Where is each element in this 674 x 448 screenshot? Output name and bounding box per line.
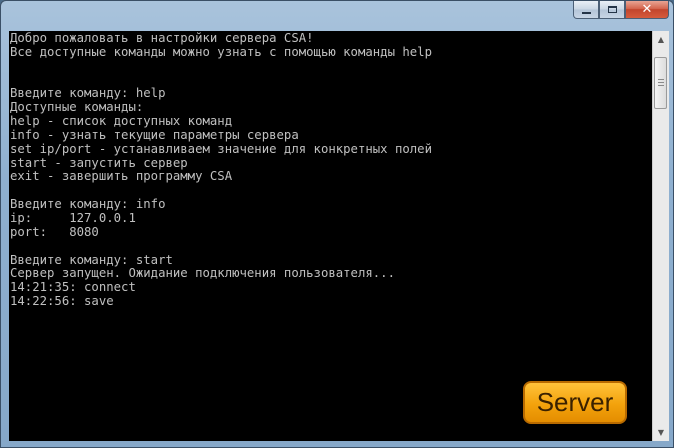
minimize-button[interactable] <box>573 1 599 19</box>
console-line: set ip/port - устанавливаем значение для… <box>10 141 432 156</box>
close-button[interactable]: ✕ <box>625 1 669 19</box>
console-text: Добро пожаловать в настройки сервера CSA… <box>9 31 652 309</box>
vertical-scrollbar[interactable]: ▲ ▼ <box>652 31 669 441</box>
server-badge: Server <box>523 381 627 424</box>
console-line: Введите команду: help <box>10 86 166 101</box>
scroll-thumb[interactable] <box>654 57 667 109</box>
maximize-button[interactable] <box>599 1 625 19</box>
console-line: Введите команду: info <box>10 197 166 212</box>
grip-line <box>658 79 664 80</box>
chevron-down-icon: ▼ <box>657 428 665 437</box>
console-line: ip: 127.0.0.1 <box>10 210 136 225</box>
server-badge-label: Server <box>536 387 614 417</box>
console-output[interactable]: Добро пожаловать в настройки сервера CSA… <box>9 31 652 441</box>
console-line: 14:22:56: save <box>10 294 114 309</box>
grip-line <box>658 85 664 86</box>
console-line: Введите команду: start <box>10 252 173 267</box>
console-line: help - список доступных команд <box>10 114 233 129</box>
console-line: Сервер запущен. Ожидание подключения пол… <box>10 266 395 281</box>
console-line: Все доступные команды можно узнать с пом… <box>10 44 432 59</box>
console-line: port: 8080 <box>10 224 99 239</box>
minimize-icon <box>581 11 591 14</box>
console-line: 14:21:35: connect <box>10 280 136 295</box>
console-line: exit - завершить программу CSA <box>10 169 233 184</box>
scroll-up-button[interactable]: ▲ <box>653 31 669 48</box>
maximize-icon <box>607 6 617 13</box>
scroll-down-button[interactable]: ▼ <box>653 424 669 441</box>
console-line: info - узнать текущие параметры сервера <box>10 127 299 142</box>
grip-line <box>658 82 664 83</box>
caption-buttons: ✕ <box>573 1 669 21</box>
close-icon: ✕ <box>641 2 653 17</box>
chevron-up-icon: ▲ <box>657 35 665 44</box>
console-line: Доступные команды: <box>10 100 144 115</box>
console-line: start - запустить сервер <box>10 155 188 170</box>
console-line: Добро пожаловать в настройки сервера CSA… <box>10 31 314 45</box>
